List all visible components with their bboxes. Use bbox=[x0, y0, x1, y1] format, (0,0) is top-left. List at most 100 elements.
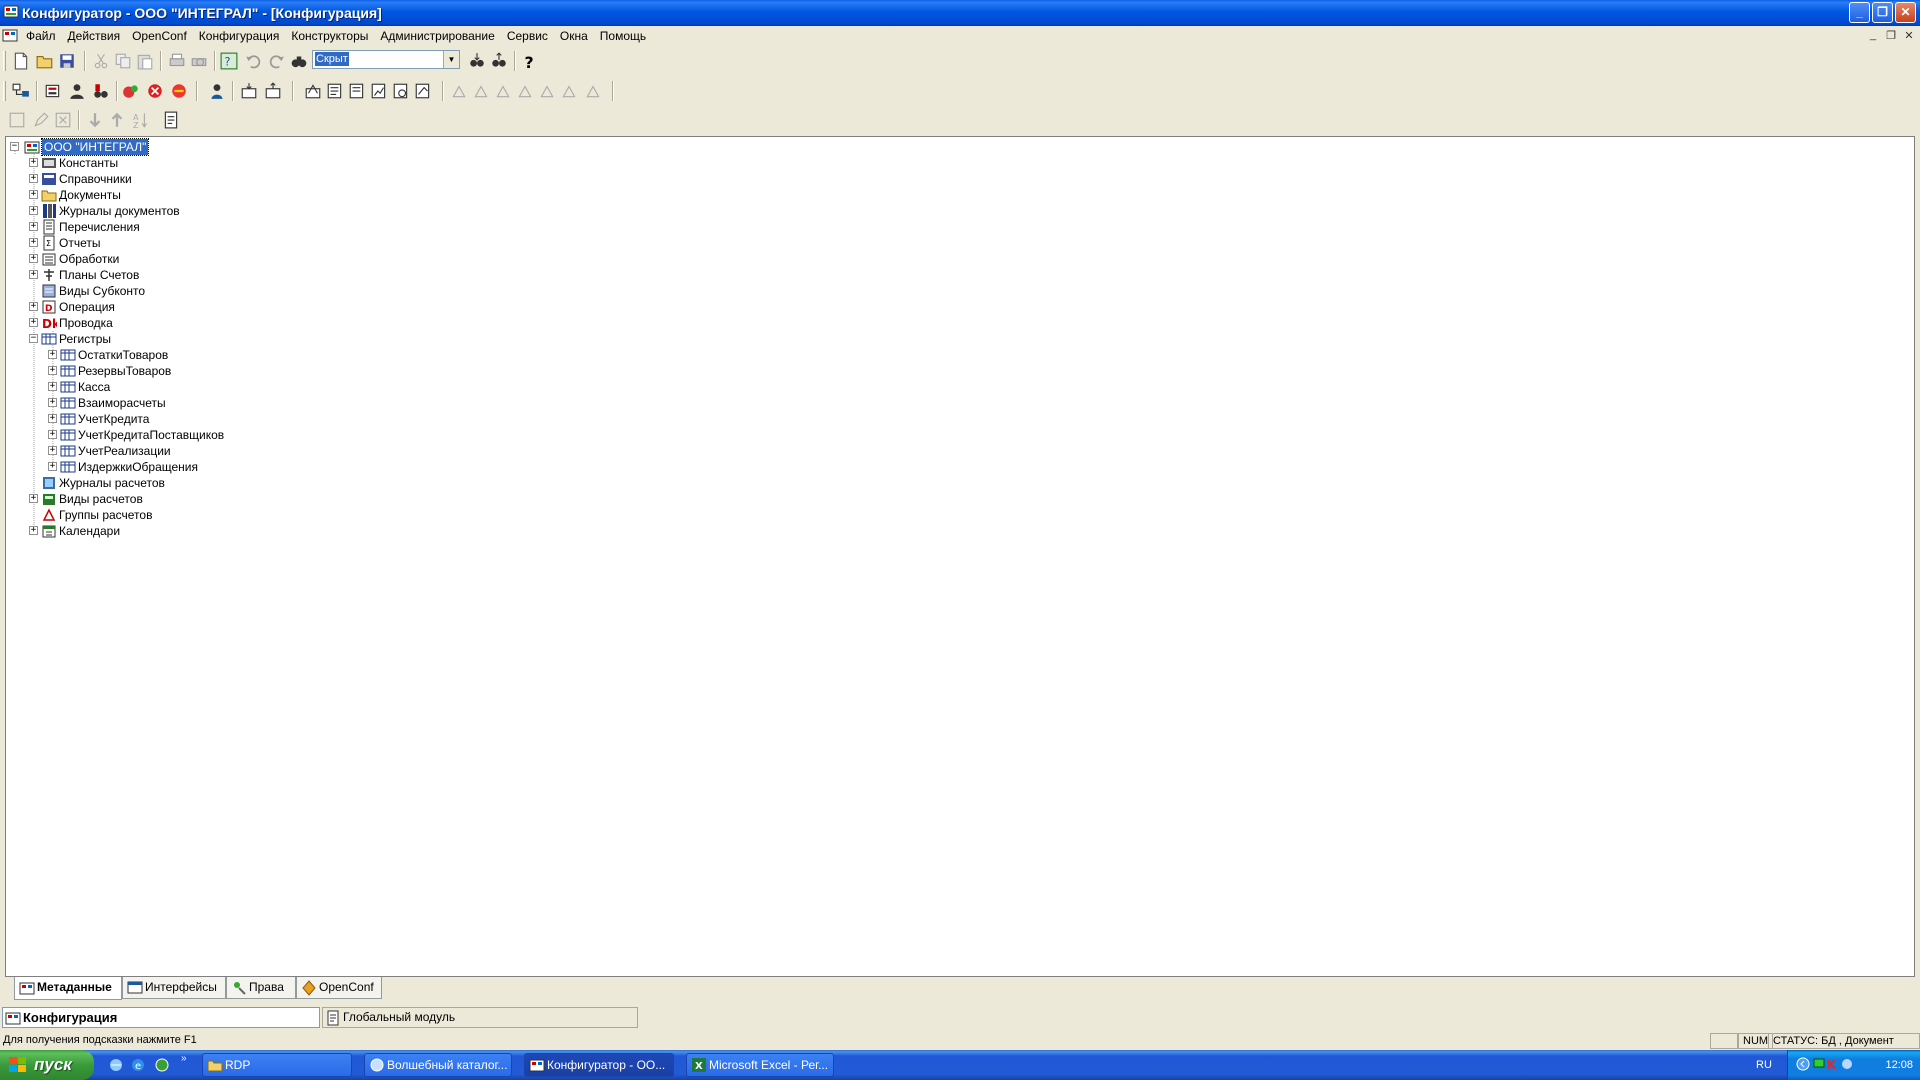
save-config-icon[interactable] bbox=[264, 82, 282, 100]
sort-icon[interactable]: AZ bbox=[132, 111, 150, 129]
menu-administration[interactable]: Администрирование bbox=[374, 26, 500, 46]
menu-configuration[interactable]: Конфигурация bbox=[193, 26, 286, 46]
tree-expand-icon[interactable]: + bbox=[48, 430, 57, 439]
configurator-app-icon[interactable] bbox=[3, 4, 19, 20]
tree-node-label[interactable]: ОстаткиТоваров bbox=[76, 347, 170, 363]
tab-interfaces[interactable]: Интерфейсы bbox=[122, 977, 226, 999]
tree-expand-icon[interactable]: + bbox=[29, 190, 38, 199]
metadata-tree[interactable]: − ООО "ИНТЕГРАЛ" + Константы + Справочники +… bbox=[5, 136, 1915, 977]
processor-constructor-icon[interactable] bbox=[414, 82, 432, 100]
menu-openconf[interactable]: OpenConf bbox=[126, 26, 193, 46]
tab-metadata[interactable]: Метаданные bbox=[14, 977, 122, 1000]
redo-icon[interactable] bbox=[268, 52, 286, 70]
tree-node-label[interactable]: УчетРеализации bbox=[76, 443, 173, 459]
new-icon[interactable] bbox=[12, 52, 30, 70]
query-constructor-icon[interactable] bbox=[392, 82, 410, 100]
tree-expand-icon[interactable]: + bbox=[29, 222, 38, 231]
tree-expand-icon[interactable]: + bbox=[29, 174, 38, 183]
search-combo[interactable]: Скрыт ▼ bbox=[312, 50, 460, 69]
tree-node-label[interactable]: Отчеты bbox=[57, 235, 102, 251]
find-icon[interactable] bbox=[290, 52, 308, 70]
tree-expand-icon[interactable]: + bbox=[29, 254, 38, 263]
disabled-tool-3-icon[interactable] bbox=[494, 82, 512, 100]
toolbar-grip[interactable] bbox=[3, 51, 6, 71]
quicklaunch-desktop-icon[interactable] bbox=[108, 1057, 124, 1073]
print-icon[interactable] bbox=[168, 52, 186, 70]
open-config-icon[interactable] bbox=[44, 82, 62, 100]
tree-node-label[interactable]: УчетКредитаПоставщиков bbox=[76, 427, 226, 443]
tree-expand-icon[interactable]: + bbox=[48, 382, 57, 391]
search-combo-value[interactable]: Скрыт bbox=[315, 52, 349, 66]
metadata-tree-icon[interactable] bbox=[12, 82, 30, 100]
tree-node-label[interactable]: РезервыТоваров bbox=[76, 363, 173, 379]
disabled-tool-6-icon[interactable] bbox=[560, 82, 578, 100]
start-button[interactable]: пуск bbox=[0, 1050, 94, 1080]
document-constructor-icon[interactable] bbox=[348, 82, 366, 100]
paste-icon[interactable] bbox=[136, 52, 154, 70]
tree-node-label[interactable]: ИздержкиОбращения bbox=[76, 459, 200, 475]
cut-icon[interactable] bbox=[92, 52, 110, 70]
mdi-close-button[interactable]: ✕ bbox=[1902, 29, 1916, 42]
tab-rights[interactable]: Права bbox=[226, 977, 296, 999]
tree-expand-icon[interactable]: + bbox=[29, 158, 38, 167]
debug-stop-icon[interactable] bbox=[146, 82, 164, 100]
menu-service[interactable]: Сервис bbox=[501, 26, 554, 46]
tree-expand-icon[interactable]: + bbox=[29, 302, 38, 311]
tree-expand-icon[interactable]: + bbox=[29, 494, 38, 503]
search-metadata-icon[interactable] bbox=[92, 82, 110, 100]
disabled-tool-5-icon[interactable] bbox=[538, 82, 556, 100]
print-preview-icon[interactable] bbox=[190, 52, 208, 70]
rights-user-icon[interactable] bbox=[208, 82, 226, 100]
syntax-helper-icon[interactable]: ? bbox=[220, 52, 238, 70]
tree-expand-icon[interactable]: + bbox=[29, 270, 38, 279]
task-catalog[interactable]: Волшебный каталог... bbox=[364, 1053, 512, 1077]
tree-expand-icon[interactable]: + bbox=[48, 398, 57, 407]
tree-node-label[interactable]: Проводка bbox=[57, 315, 115, 331]
tree-expand-icon[interactable]: + bbox=[48, 414, 57, 423]
tree-expand-icon[interactable]: + bbox=[29, 206, 38, 215]
tree-node-label[interactable]: Календари bbox=[57, 523, 122, 539]
form-constructor-icon[interactable] bbox=[326, 82, 344, 100]
tab-openconf[interactable]: OpenConf bbox=[296, 977, 382, 999]
tree-node-label[interactable]: Журналы расчетов bbox=[57, 475, 167, 491]
tree-node-label[interactable]: Взаиморасчеты bbox=[76, 395, 168, 411]
tree-node-label[interactable]: Группы расчетов bbox=[57, 507, 154, 523]
tree-expand-icon[interactable]: + bbox=[48, 462, 57, 471]
tree-expand-icon[interactable]: + bbox=[48, 446, 57, 455]
tray-antivirus-icon[interactable]: K bbox=[1826, 1057, 1840, 1072]
new-object-icon[interactable] bbox=[8, 111, 26, 129]
tree-expand-icon[interactable]: + bbox=[29, 526, 38, 535]
task-rdp[interactable]: RDP bbox=[202, 1053, 352, 1077]
tree-collapse-icon[interactable]: − bbox=[29, 334, 38, 343]
tree-node-label[interactable]: Планы Счетов bbox=[57, 267, 141, 283]
tree-expand-icon[interactable]: + bbox=[29, 238, 38, 247]
tree-collapse-icon[interactable]: − bbox=[10, 142, 19, 151]
disabled-tool-2-icon[interactable] bbox=[472, 82, 490, 100]
window-tab-configuration[interactable]: Конфигурация bbox=[2, 1007, 320, 1028]
quicklaunch-app-icon[interactable] bbox=[154, 1057, 170, 1073]
menu-actions[interactable]: Действия bbox=[62, 26, 127, 46]
chevron-down-icon[interactable]: ▼ bbox=[443, 51, 459, 68]
find-next-icon[interactable] bbox=[468, 52, 486, 70]
restore-button[interactable]: ❐ bbox=[1872, 2, 1893, 23]
disabled-tool-4-icon[interactable] bbox=[516, 82, 534, 100]
tree-node-label[interactable]: Журналы документов bbox=[57, 203, 182, 219]
merge-config-icon[interactable] bbox=[122, 82, 140, 100]
find-previous-icon[interactable] bbox=[490, 52, 508, 70]
tray-sound-icon[interactable] bbox=[1840, 1057, 1854, 1071]
tree-expand-icon[interactable]: + bbox=[48, 366, 57, 375]
undo-icon[interactable] bbox=[244, 52, 262, 70]
menu-windows[interactable]: Окна bbox=[554, 26, 594, 46]
menu-help[interactable]: Помощь bbox=[594, 26, 652, 46]
save-icon[interactable] bbox=[58, 52, 76, 70]
tree-node-label[interactable]: Константы bbox=[57, 155, 120, 171]
menu-file[interactable]: Файл bbox=[20, 26, 62, 46]
tree-node-label[interactable]: Перечисления bbox=[57, 219, 142, 235]
debug-icon[interactable] bbox=[170, 82, 188, 100]
task-configurator[interactable]: Конфигуратор - ОО... bbox=[524, 1053, 674, 1077]
mdi-child-icon[interactable] bbox=[2, 28, 18, 44]
tree-node-label[interactable]: Справочники bbox=[57, 171, 134, 187]
tree-node-label[interactable]: Виды расчетов bbox=[57, 491, 145, 507]
copy-icon[interactable] bbox=[114, 52, 132, 70]
minimize-button[interactable]: _ bbox=[1849, 2, 1870, 23]
